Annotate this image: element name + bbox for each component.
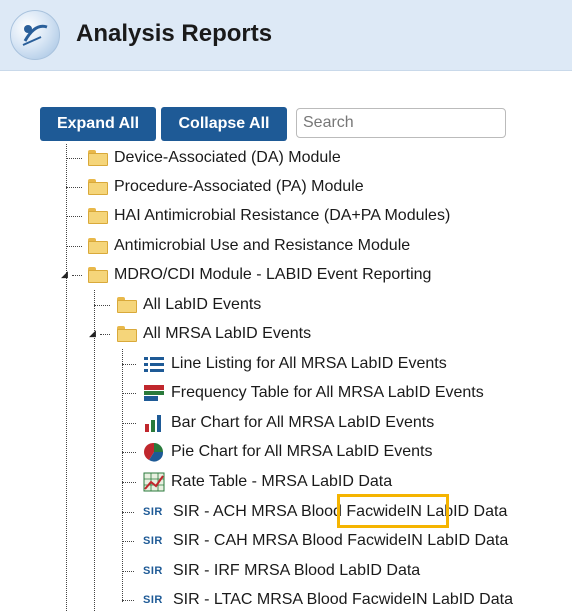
tree-item-label: MDRO/CDI Module - LABID Event Reporting [114, 266, 432, 283]
sir-icon: SIR [143, 565, 163, 577]
folder-open-icon [117, 326, 137, 342]
tree-item-label: Device-Associated (DA) Module [114, 149, 341, 166]
report-label: SIR - IRF MRSA Blood LabID Data [173, 562, 421, 579]
expand-arrow-icon[interactable]: ◢ [89, 328, 96, 339]
tree-item-label: Antimicrobial Use and Resistance Module [114, 237, 411, 254]
sir-icon: SIR [143, 506, 163, 518]
rate-table-icon [143, 472, 165, 492]
report-sir-ltac[interactable]: SIR SIR - LTAC MRSA Blood FacwideIN LabI… [143, 586, 513, 614]
expand-all-button[interactable]: Expand All [40, 107, 156, 141]
bar-chart-icon [143, 413, 165, 433]
tree-item-label: HAI Antimicrobial Resistance (DA+PA Modu… [114, 207, 451, 224]
report-label: Rate Table - MRSA LabID Data [171, 473, 393, 490]
tree-connector [122, 482, 136, 483]
report-sir-cah[interactable]: SIR SIR - CAH MRSA Blood FacwideIN LabID… [143, 527, 508, 555]
report-label: SIR - LTAC MRSA Blood FacwideIN LabID Da… [173, 591, 513, 608]
tree-item-all-labid[interactable]: All LabID Events [117, 291, 261, 319]
tree-item-hai-ar[interactable]: HAI Antimicrobial Resistance (DA+PA Modu… [88, 202, 450, 230]
report-pie-chart[interactable]: Pie Chart for All MRSA LabID Events [143, 438, 432, 466]
tree-item-label: All MRSA LabID Events [143, 325, 312, 342]
report-bar-chart[interactable]: Bar Chart for All MRSA LabID Events [143, 409, 434, 437]
nhsn-logo-icon [10, 10, 60, 60]
report-sir-ach[interactable]: SIR SIR - ACH MRSA Blood FacwideIN LabID… [143, 498, 507, 526]
report-line-listing[interactable]: Line Listing for All MRSA LabID Events [143, 350, 447, 378]
tree-connector [72, 275, 82, 276]
tree-item-pa-module[interactable]: Procedure-Associated (PA) Module [88, 173, 364, 201]
folder-icon [88, 238, 108, 254]
report-label: SIR - CAH MRSA Blood FacwideIN LabID Dat… [173, 532, 509, 549]
folder-icon [88, 179, 108, 195]
pie-chart-icon [143, 442, 165, 462]
tree-item-all-mrsa[interactable]: All MRSA LabID Events [117, 320, 311, 348]
tree-connector [122, 452, 136, 453]
folder-icon [117, 297, 137, 313]
tree-item-label: All LabID Events [143, 296, 262, 313]
search-input[interactable] [296, 108, 506, 138]
tree-connector [122, 541, 134, 542]
tree-item-aur-module[interactable]: Antimicrobial Use and Resistance Module [88, 232, 410, 260]
tree-item-da-module[interactable]: Device-Associated (DA) Module [88, 144, 341, 172]
tree-connector [66, 246, 82, 247]
collapse-all-button[interactable]: Collapse All [161, 107, 287, 141]
tree-connector [122, 423, 136, 424]
page-title: Analysis Reports [76, 20, 273, 47]
report-frequency-table[interactable]: Frequency Table for All MRSA LabID Event… [143, 379, 484, 407]
tree-connector [66, 158, 82, 159]
tree-connector [66, 216, 82, 217]
tree-connector [122, 512, 134, 513]
report-label: SIR - ACH MRSA Blood FacwideIN LabID Dat… [173, 503, 508, 520]
report-rate-table[interactable]: Rate Table - MRSA LabID Data [143, 468, 392, 496]
tree-connector [122, 393, 136, 394]
report-label: Frequency Table for All MRSA LabID Event… [171, 384, 484, 401]
page-header: Analysis Reports [0, 0, 572, 71]
tree-connector [66, 187, 82, 188]
tree-connector [122, 571, 134, 572]
report-label: Bar Chart for All MRSA LabID Events [171, 414, 435, 431]
sir-icon: SIR [143, 535, 163, 547]
tree-connector [122, 349, 123, 602]
report-label: Line Listing for All MRSA LabID Events [171, 355, 447, 372]
tree-item-label: Procedure-Associated (PA) Module [114, 178, 364, 195]
report-label: Pie Chart for All MRSA LabID Events [171, 443, 433, 460]
tree-connector [94, 305, 110, 306]
sir-icon: SIR [143, 594, 163, 606]
frequency-table-icon [143, 383, 165, 403]
line-listing-icon [143, 354, 165, 374]
expand-arrow-icon[interactable]: ◢ [61, 269, 68, 280]
folder-open-icon [88, 267, 108, 283]
folder-icon [88, 208, 108, 224]
tree-connector [122, 364, 136, 365]
tree-connector [66, 144, 67, 611]
tree-connector [100, 334, 110, 335]
report-sir-irf[interactable]: SIR SIR - IRF MRSA Blood LabID Data [143, 557, 420, 585]
tree-connector [122, 600, 134, 601]
tree-item-mdro-cdi[interactable]: MDRO/CDI Module - LABID Event Reporting [88, 261, 431, 289]
folder-icon [88, 150, 108, 166]
